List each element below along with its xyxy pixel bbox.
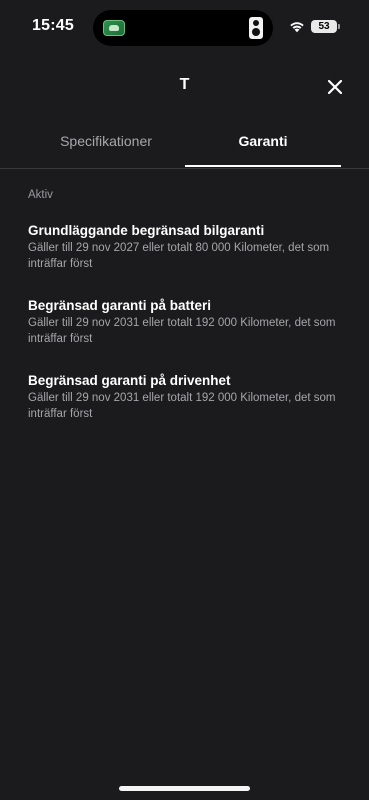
dynamic-island[interactable] [93, 10, 273, 46]
status-bar: 15:45 53 [0, 0, 369, 56]
tab-bar: Specifikationer Garanti [0, 118, 369, 169]
car-app-icon[interactable] [103, 20, 125, 36]
header: T [0, 66, 369, 106]
warranty-title: Grundläggande begränsad bilgaranti [28, 223, 265, 238]
tab-specifications[interactable]: Specifikationer [28, 118, 184, 166]
warranty-description: Gäller till 29 nov 2031 eller totalt 192… [28, 317, 336, 345]
battery-icon: 53 [311, 20, 340, 33]
active-tab-indicator [185, 165, 341, 167]
warranty-item: Begränsad garanti på drivenhet Gäller ti… [28, 372, 343, 422]
warranty-title: Begränsad garanti på drivenhet [28, 373, 231, 388]
page-title: T [179, 76, 190, 93]
tab-warranty[interactable]: Garanti [185, 118, 341, 166]
close-button[interactable] [322, 74, 348, 100]
warranty-description: Gäller till 29 nov 2027 eller totalt 80 … [28, 242, 330, 270]
section-label-active: Aktiv [28, 189, 53, 201]
home-indicator[interactable] [119, 786, 250, 791]
close-icon [327, 79, 343, 95]
status-time: 15:45 [32, 17, 74, 34]
warranty-description: Gäller till 29 nov 2031 eller totalt 192… [28, 392, 336, 420]
warranty-title: Begränsad garanti på batteri [28, 298, 212, 313]
wifi-icon [290, 22, 304, 33]
warranty-item: Begränsad garanti på batteri Gäller till… [28, 297, 343, 347]
warranty-list: Grundläggande begränsad bilgaranti Gälle… [28, 222, 343, 447]
speaker-icon[interactable] [249, 17, 263, 39]
warranty-item: Grundläggande begränsad bilgaranti Gälle… [28, 222, 343, 272]
